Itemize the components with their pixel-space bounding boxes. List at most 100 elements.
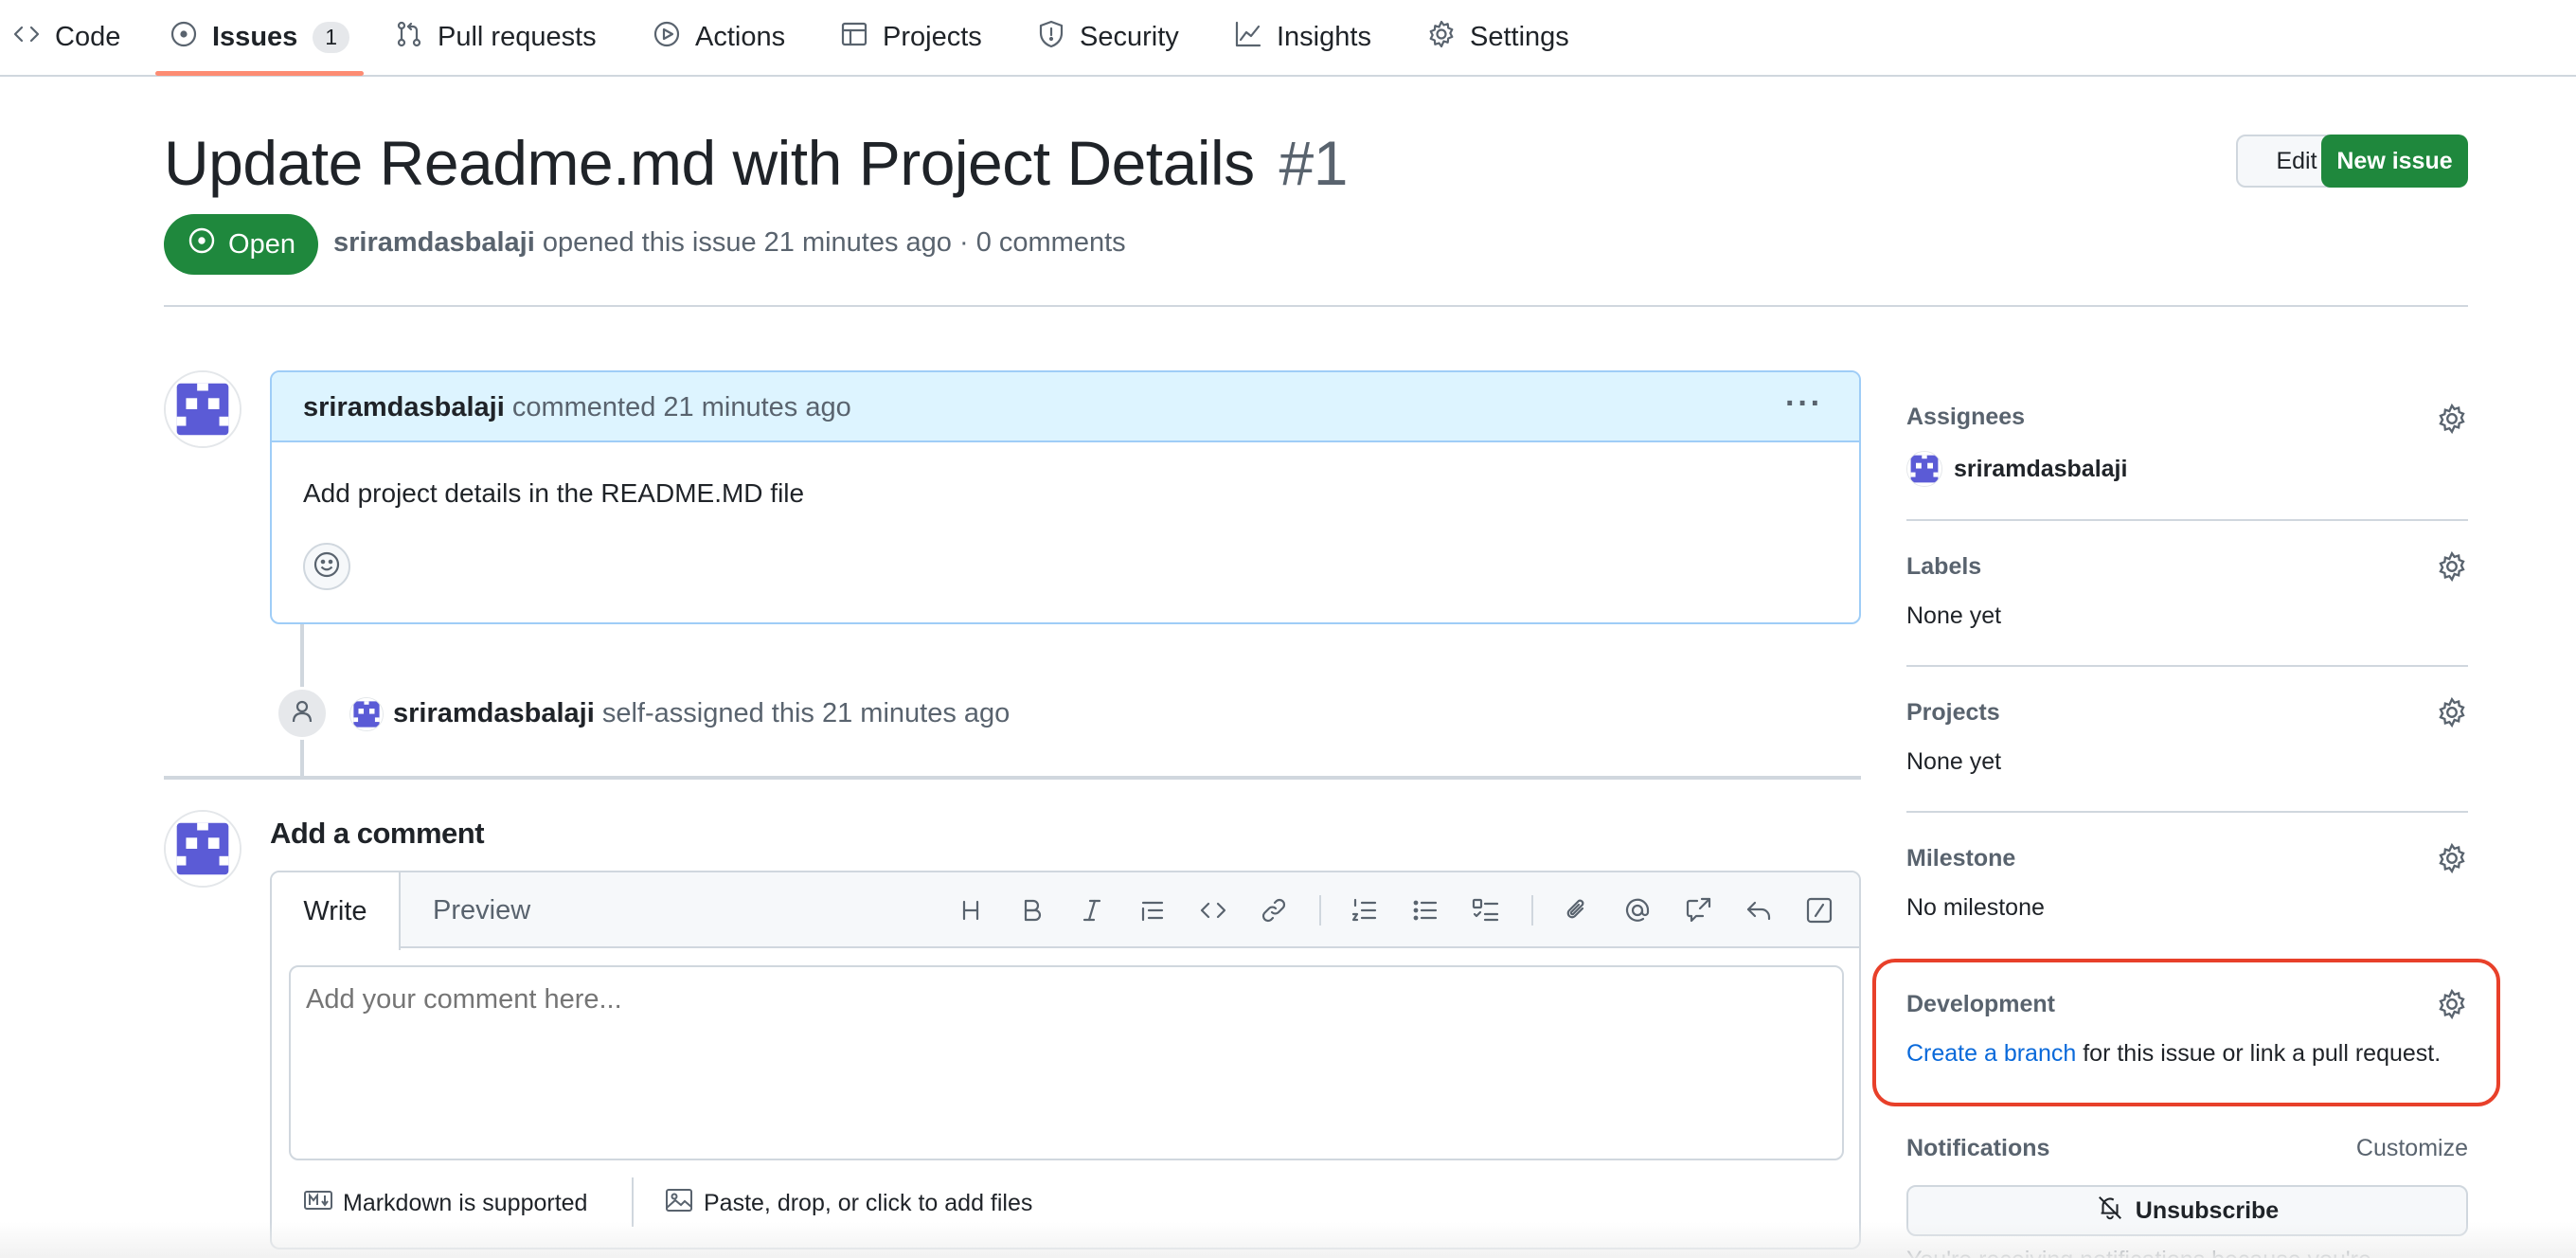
new-issue-button[interactable]: New issue (2321, 135, 2468, 188)
code-icon[interactable] (1194, 891, 1232, 929)
event-description: self-assigned this 21 minutes ago (601, 698, 1011, 728)
code-icon (11, 19, 42, 57)
tab-settings-label: Settings (1470, 22, 1569, 52)
unsubscribe-button[interactable]: Unsubscribe (1906, 1185, 2468, 1236)
tab-issues[interactable]: Issues 1 (169, 0, 350, 75)
tab-security-label: Security (1080, 22, 1179, 52)
tab-preview[interactable]: Preview (433, 895, 530, 926)
attach-files-button[interactable]: Paste, drop, or click to add files (664, 1185, 1032, 1222)
tab-pull-requests[interactable]: Pull requests (394, 0, 597, 75)
bell-slash-icon (2096, 1194, 2124, 1229)
comment-author-link[interactable]: sriramdasbalaji (303, 392, 505, 422)
comment-textarea[interactable] (289, 965, 1844, 1160)
sidebar-labels: Labels None yet (1906, 548, 2468, 633)
projects-value: None yet (1906, 748, 2002, 775)
markdown-icon (303, 1185, 333, 1222)
heading-icon[interactable] (952, 891, 990, 929)
avatar[interactable] (164, 810, 242, 888)
gear-icon[interactable] (2436, 550, 2468, 583)
tab-actions[interactable]: Actions (652, 0, 785, 75)
gear-icon[interactable] (2436, 988, 2468, 1020)
tab-settings[interactable]: Settings (1426, 0, 1569, 75)
issue-meta-text: opened this issue 21 minutes ago · 0 com… (542, 227, 1126, 258)
slash-command-icon[interactable] (1800, 891, 1838, 929)
repo-nav: Code Issues 1 Pull requests Actions Proj… (0, 0, 2576, 77)
issue-state-label: Open (228, 228, 295, 260)
task-list-icon[interactable] (1467, 891, 1505, 929)
gear-icon[interactable] (2436, 403, 2468, 435)
cross-reference-icon[interactable] (1679, 891, 1717, 929)
markdown-supported-link[interactable]: Markdown is supported (303, 1185, 587, 1222)
timeline-event-badge (276, 687, 329, 740)
labels-heading[interactable]: Labels (1906, 553, 1981, 581)
issue-title-text: Update Readme.md with Project Details (164, 128, 1255, 198)
timeline-event: sriramdasbalaji self-assigned this 21 mi… (393, 698, 1010, 729)
customize-link[interactable]: Customize (2356, 1135, 2468, 1162)
ordered-list-icon[interactable] (1346, 891, 1384, 929)
unordered-list-icon[interactable] (1406, 891, 1444, 929)
sidebar-divider (1906, 665, 2468, 667)
mention-icon[interactable] (1619, 891, 1656, 929)
footer-separator (632, 1177, 634, 1227)
paperclip-icon[interactable] (1558, 891, 1596, 929)
projects-heading[interactable]: Projects (1906, 699, 2000, 727)
tab-security[interactable]: Security (1036, 0, 1179, 75)
italic-icon[interactable] (1073, 891, 1111, 929)
play-icon (652, 19, 682, 57)
milestone-heading[interactable]: Milestone (1906, 845, 2015, 872)
shield-icon (1036, 19, 1066, 57)
avatar[interactable] (349, 697, 384, 731)
table-icon (839, 19, 869, 57)
markdown-note: Markdown is supported (343, 1190, 588, 1216)
avatar[interactable] (164, 370, 242, 448)
quote-icon[interactable] (1134, 891, 1172, 929)
header-divider (164, 305, 2468, 307)
image-icon (664, 1185, 694, 1222)
tab-code[interactable]: Code (11, 0, 120, 75)
toolbar-separator (1531, 895, 1533, 926)
assignee-name: sriramdasbalaji (1954, 455, 2128, 482)
notification-reason: You're receiving notifications because y… (1906, 1247, 2371, 1258)
assignees-heading[interactable]: Assignees (1906, 404, 2025, 431)
labels-value: None yet (1906, 602, 2002, 629)
development-value: Create a branch for this issue or link a… (1906, 1040, 2441, 1068)
sidebar-assignees: Assignees sriramdasbalaji (1906, 398, 2468, 493)
gear-icon[interactable] (2436, 696, 2468, 728)
comment-meta: sriramdasbalaji commented 21 minutes ago (303, 392, 851, 423)
files-note: Paste, drop, or click to add files (704, 1190, 1033, 1216)
assignee-item[interactable]: sriramdasbalaji (1906, 451, 2127, 487)
reply-icon[interactable] (1740, 891, 1778, 929)
event-actor-link[interactable]: sriramdasbalaji (393, 698, 595, 728)
gear-icon[interactable] (2436, 842, 2468, 874)
toolbar-separator (1319, 895, 1321, 926)
tab-issues-label: Issues (212, 22, 298, 52)
issue-title: Update Readme.md with Project Details #1 (164, 127, 1348, 199)
active-tab-underline (155, 71, 364, 76)
issues-counter: 1 (313, 22, 350, 53)
tab-write[interactable]: Write (272, 872, 401, 950)
link-icon[interactable] (1255, 891, 1293, 929)
bold-icon[interactable] (1012, 891, 1050, 929)
issue-comment: sriramdasbalaji commented 21 minutes ago… (270, 370, 1861, 624)
add-reaction-button[interactable] (303, 543, 350, 590)
add-comment-heading: Add a comment (270, 817, 485, 850)
issue-state-badge: Open (164, 214, 318, 275)
development-heading[interactable]: Development (1906, 991, 2055, 1018)
issue-author-link[interactable]: sriramdasbalaji (333, 227, 535, 258)
tab-projects[interactable]: Projects (839, 0, 982, 75)
sidebar-development: Development Create a branch for this iss… (1906, 985, 2468, 1080)
tab-projects-label: Projects (883, 22, 982, 52)
create-branch-link[interactable]: Create a branch (1906, 1040, 2076, 1067)
milestone-value: No milestone (1906, 894, 2045, 921)
editor-toolbar: Write Preview (272, 872, 1859, 950)
sidebar-notifications: Notifications Customize (1906, 1133, 2468, 1171)
sidebar-milestone: Milestone No milestone (1906, 839, 2468, 925)
comment-editor: Write Preview Markdown is supported Past… (270, 871, 1861, 1249)
tab-actions-label: Actions (695, 22, 786, 52)
notifications-heading: Notifications (1906, 1135, 2050, 1161)
comment-body: Add project details in the README.MD fil… (303, 478, 805, 508)
kebab-menu-icon[interactable]: ··· (1785, 386, 1823, 422)
timeline-divider (164, 776, 1861, 780)
issue-opened-icon (187, 225, 217, 263)
tab-insights[interactable]: Insights (1233, 0, 1371, 75)
